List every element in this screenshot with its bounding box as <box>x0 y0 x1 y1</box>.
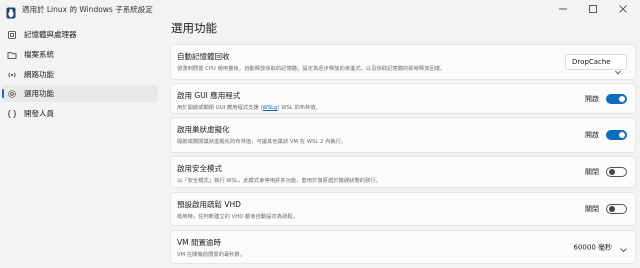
nested-virtualization-toggle-group: 開啟 <box>585 130 627 140</box>
nested-virtualization-toggle[interactable] <box>606 130 627 140</box>
gui-applications-toggle-group: 開啟 <box>585 93 627 104</box>
code-icon <box>7 109 17 119</box>
close-icon <box>619 4 627 16</box>
card-gui-applications: 啟用 GUI 應用程式 用於開啟或關閉 GUI 應用程式支援 (WSLg) WS… <box>170 83 636 114</box>
setting-title: 自動記憶體回收 <box>177 52 230 61</box>
sparse-vhd-toggle-group: 關閉 <box>585 204 627 214</box>
network-icon <box>7 70 17 80</box>
sidebar-item-memory[interactable]: 記憶體與處理器 <box>2 26 158 43</box>
wslg-link[interactable]: WSLg <box>263 105 278 111</box>
page-title: 選用功能 <box>171 21 217 35</box>
close-button[interactable] <box>608 2 638 18</box>
timeout-value: 60000 毫秒 <box>573 243 613 251</box>
memory-icon <box>7 30 17 40</box>
window-title: 適用於 Linux 的 Windows 子系統設定 <box>22 5 153 14</box>
setting-description: 啟用時，任何新建立的 VHD 都會自動設定為疏鬆。 <box>177 214 298 220</box>
vm-idle-timeout-control[interactable]: 60000 毫秒 <box>574 238 628 257</box>
sidebar-item-networking[interactable]: 網路功能 <box>2 66 158 83</box>
sidebar-item-developer[interactable]: 開發人員 <box>2 105 158 122</box>
card-nested-virtualization: 啟用巢狀虛擬化 開啟或關閉巢狀虛擬化的布林值，可讓其他巢狀 VM 在 WSL 2… <box>170 117 636 153</box>
minimize-icon <box>559 5 567 16</box>
penguin-app-icon <box>6 4 16 19</box>
selection-indicator <box>2 89 4 98</box>
toggle-state-label: 關閉 <box>585 168 599 176</box>
setting-description: 偵測到閒置 CPU 使用量後，自動釋放快取的記憶體。設定為逐步釋放的漸進式，以及… <box>177 66 446 72</box>
sidebar-item-label: 檔案系統 <box>24 50 54 59</box>
setting-description: 開啟或關閉巢狀虛擬化的布林值，可讓其他巢狀 VM 在 WSL 2 內執行。 <box>177 139 347 145</box>
gear-icon <box>7 89 17 99</box>
sidebar-item-filesystem[interactable]: 檔案系統 <box>2 46 158 63</box>
setting-description: VM 在關機前閒置的毫秒數。 <box>177 252 246 258</box>
card-auto-memory-reclaim: 自動記憶體回收 偵測到閒置 CPU 使用量後，自動釋放快取的記憶體。設定為逐步釋… <box>170 44 636 80</box>
card-vm-idle-timeout: VM 閒置逾時 VM 在關機前閒置的毫秒數。 60000 毫秒 <box>170 230 636 264</box>
setting-title: 預設啟用疏鬆 VHD <box>177 200 241 209</box>
sparse-vhd-toggle[interactable] <box>606 204 627 214</box>
dropdown-value: DropCache <box>572 58 611 66</box>
setting-description: 以「安全模式」執行 WSL，此模式會停用許多功能，套用於復原處於錯誤狀態的發行。 <box>177 178 381 184</box>
card-sparse-vhd: 預設啟用疏鬆 VHD 啟用時，任何新建立的 VHD 都會自動設定為疏鬆。 關閉 <box>170 192 636 226</box>
memory-reclaim-dropdown[interactable]: DropCache <box>565 54 627 75</box>
chevron-down-icon <box>615 60 621 79</box>
folder-icon <box>7 50 17 60</box>
setting-title: 啟用巢狀虛擬化 <box>177 125 230 134</box>
maximize-icon <box>589 4 597 16</box>
toggle-state-label: 開啟 <box>585 131 599 139</box>
title-bar: 適用於 Linux 的 Windows 子系統設定 <box>0 0 640 22</box>
minimize-button[interactable] <box>548 2 578 18</box>
safe-mode-toggle-group: 關閉 <box>585 167 627 177</box>
gui-applications-toggle[interactable] <box>606 93 627 104</box>
setting-title: 啟用安全模式 <box>177 164 222 173</box>
chevron-down-icon[interactable] <box>620 238 627 257</box>
sidebar: 記憶體與處理器 檔案系統 網路功能 選用功能 開發人員 <box>0 22 160 268</box>
maximize-button[interactable] <box>578 2 608 18</box>
toggle-state-label: 關閉 <box>585 205 599 213</box>
setting-title: VM 閒置逾時 <box>177 238 221 247</box>
sidebar-item-optional-features[interactable]: 選用功能 <box>2 85 158 102</box>
setting-title: 啟用 GUI 應用程式 <box>177 91 241 100</box>
sidebar-item-label: 選用功能 <box>24 89 54 98</box>
sidebar-item-label: 網路功能 <box>24 70 54 79</box>
sidebar-item-label: 開發人員 <box>24 109 54 118</box>
sidebar-item-label: 記憶體與處理器 <box>24 30 77 39</box>
card-safe-mode: 啟用安全模式 以「安全模式」執行 WSL，此模式會停用許多功能，套用於復原處於錯… <box>170 156 636 188</box>
setting-description: 用於開啟或關閉 GUI 應用程式支援 (WSLg) WSL 的布林值。 <box>177 105 321 111</box>
safe-mode-toggle[interactable] <box>606 167 627 177</box>
toggle-state-label: 開啟 <box>585 94 599 103</box>
